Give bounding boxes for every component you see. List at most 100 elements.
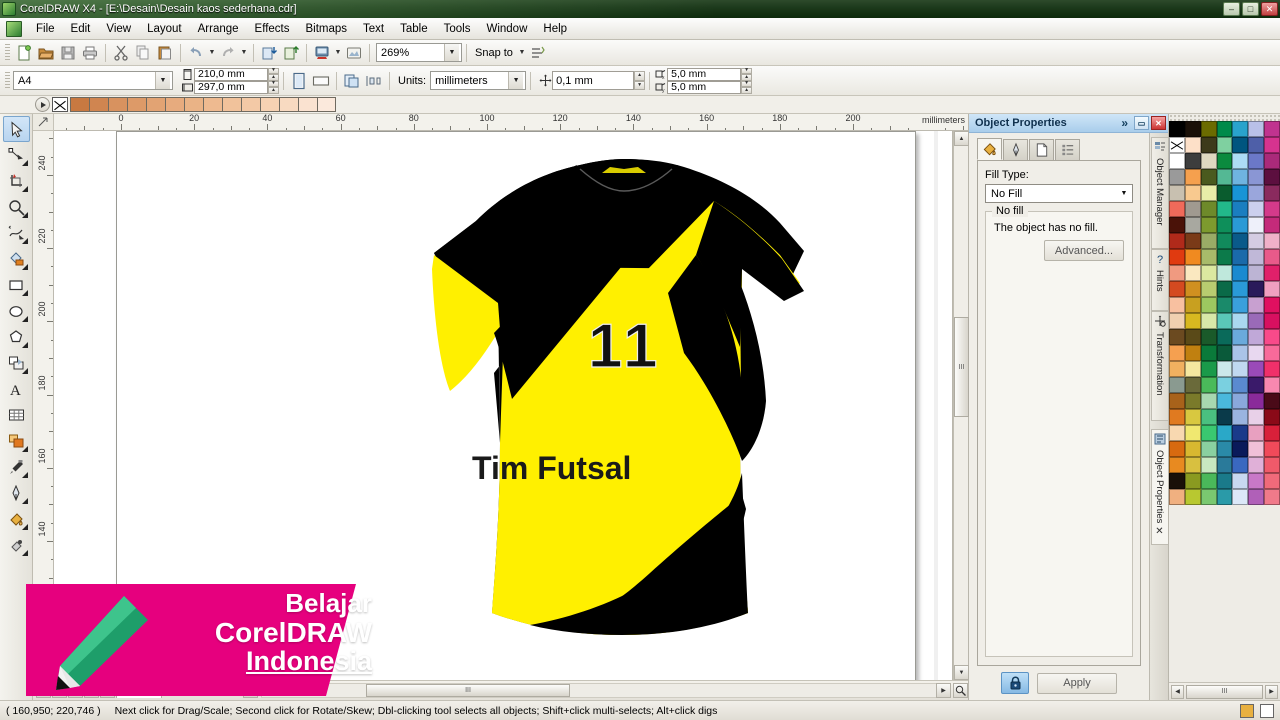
palette-swatch[interactable]: [1248, 345, 1265, 361]
page-width-spinner[interactable]: ▼ ▲: [268, 67, 279, 81]
palette-swatch[interactable]: [1264, 233, 1280, 249]
fill-tab[interactable]: [977, 138, 1002, 160]
units-combo[interactable]: millimeters ▼: [430, 71, 527, 90]
palette-swatch[interactable]: [1184, 185, 1201, 201]
menu-item-tools[interactable]: Tools: [436, 20, 479, 38]
palette-swatch[interactable]: [1216, 313, 1233, 329]
palette-swatch[interactable]: [1216, 185, 1233, 201]
color-strip-swatch[interactable]: [317, 97, 336, 112]
palette-swatch[interactable]: [1200, 441, 1217, 457]
flyout-arrow-icon[interactable]: [21, 498, 28, 504]
palette-swatch[interactable]: [1232, 153, 1249, 169]
nudge-spinner[interactable]: ▲ ▼: [634, 71, 646, 90]
palette-swatch[interactable]: [1248, 441, 1265, 457]
interactive-fill-tool[interactable]: [3, 532, 30, 558]
palette-swatch[interactable]: [1184, 457, 1201, 473]
palette-swatch[interactable]: [1184, 345, 1201, 361]
palette-swatch[interactable]: [1248, 489, 1265, 505]
transformation-tab[interactable]: Transformation: [1150, 311, 1168, 421]
palette-swatch[interactable]: [1248, 457, 1265, 473]
palette-swatch[interactable]: [1248, 409, 1265, 425]
chevron-double-right-icon[interactable]: »: [1121, 116, 1128, 130]
palette-swatch[interactable]: [1248, 297, 1265, 313]
palette-swatch[interactable]: [1248, 473, 1265, 489]
palette-swatch[interactable]: [1169, 185, 1185, 201]
text-tool[interactable]: A: [3, 376, 30, 402]
palette-swatch[interactable]: [1200, 249, 1217, 265]
palette-swatch[interactable]: [1169, 217, 1185, 233]
menu-item-effects[interactable]: Effects: [247, 20, 298, 38]
duplicate-y-spinner[interactable]: ▼ ▲: [741, 80, 753, 94]
palette-swatch[interactable]: [1169, 233, 1185, 249]
flyout-arrow-icon[interactable]: [21, 472, 28, 478]
palette-swatch[interactable]: [1232, 473, 1249, 489]
palette-swatch[interactable]: [1264, 393, 1280, 409]
palette-swatch[interactable]: [1200, 409, 1217, 425]
palette-swatch[interactable]: [1232, 121, 1249, 137]
chevron-down-icon[interactable]: ▼: [508, 72, 524, 89]
redo-icon[interactable]: [217, 42, 239, 64]
flyout-arrow-icon[interactable]: [21, 212, 28, 218]
palette-swatch[interactable]: [1184, 329, 1201, 345]
palette-swatch[interactable]: [1216, 425, 1233, 441]
freehand-tool[interactable]: [3, 220, 30, 246]
palette-swatch[interactable]: [1264, 265, 1280, 281]
palette-swatch[interactable]: [1248, 377, 1265, 393]
palette-swatch[interactable]: [1248, 249, 1265, 265]
palette-swatch[interactable]: [1264, 489, 1280, 505]
save-document-icon[interactable]: [57, 42, 79, 64]
pick-tool[interactable]: [2, 116, 30, 142]
smart-fill-tool[interactable]: [3, 246, 30, 272]
apply-button[interactable]: Apply: [1037, 672, 1117, 694]
basic-shapes-tool[interactable]: [3, 350, 30, 376]
palette-swatch[interactable]: [1200, 361, 1217, 377]
palette-swatch[interactable]: [1169, 473, 1185, 489]
palette-swatch[interactable]: [1264, 249, 1280, 265]
palette-swatch[interactable]: [1169, 393, 1185, 409]
palette-swatch[interactable]: [1200, 313, 1217, 329]
palette-swatch[interactable]: [1184, 489, 1201, 505]
palette-swatch[interactable]: [1232, 297, 1249, 313]
snap-to-label[interactable]: Snap to: [471, 47, 517, 59]
palette-swatch[interactable]: [1184, 441, 1201, 457]
options-icon[interactable]: [527, 42, 549, 64]
palette-swatch[interactable]: [1200, 233, 1217, 249]
palette-swatch[interactable]: [1216, 473, 1233, 489]
table-tool[interactable]: [3, 402, 30, 428]
outline-tool[interactable]: [3, 480, 30, 506]
palette-swatch[interactable]: [1200, 457, 1217, 473]
palette-swatch[interactable]: [1200, 281, 1217, 297]
palette-swatch[interactable]: [1200, 377, 1217, 393]
palette-swatch[interactable]: [1216, 153, 1233, 169]
lock-icon[interactable]: [1001, 672, 1029, 694]
palette-swatch[interactable]: [1264, 169, 1280, 185]
palette-scroll-left[interactable]: ◀: [1171, 684, 1184, 699]
flyout-arrow-icon[interactable]: [21, 342, 28, 348]
flyout-arrow-icon[interactable]: [21, 160, 28, 166]
palette-swatch[interactable]: [1248, 425, 1265, 441]
palette-swatch[interactable]: [1184, 137, 1201, 153]
flyout-arrow-icon[interactable]: [21, 264, 28, 270]
palette-swatch[interactable]: [1264, 281, 1280, 297]
no-color-icon[interactable]: [52, 97, 68, 112]
flyout-arrow-icon[interactable]: [21, 524, 28, 530]
close-icon[interactable]: ✕: [1155, 526, 1163, 537]
palette-grip[interactable]: [1169, 114, 1280, 121]
horizontal-scroll-thumb[interactable]: III: [366, 684, 570, 697]
palette-swatch[interactable]: [1184, 281, 1201, 297]
palette-swatch[interactable]: [1216, 297, 1233, 313]
palette-swatch[interactable]: [1248, 137, 1265, 153]
advanced-button[interactable]: Advanced...: [1043, 240, 1124, 261]
palette-swatch[interactable]: [1248, 233, 1265, 249]
palette-swatch[interactable]: [1216, 169, 1233, 185]
corel-connect-icon[interactable]: [343, 42, 365, 64]
docker-title-bar[interactable]: Object Properties » ▭ ✕: [969, 114, 1168, 133]
palette-scroll-thumb[interactable]: III: [1186, 684, 1263, 699]
palette-swatch[interactable]: [1248, 313, 1265, 329]
palette-swatch[interactable]: [1264, 457, 1280, 473]
palette-swatch[interactable]: [1232, 377, 1249, 393]
palette-swatch[interactable]: [1184, 473, 1201, 489]
palette-swatch[interactable]: [1248, 169, 1265, 185]
chevron-down-icon[interactable]: ▼: [1116, 185, 1132, 202]
docker-minimize-button[interactable]: ▭: [1134, 116, 1149, 130]
